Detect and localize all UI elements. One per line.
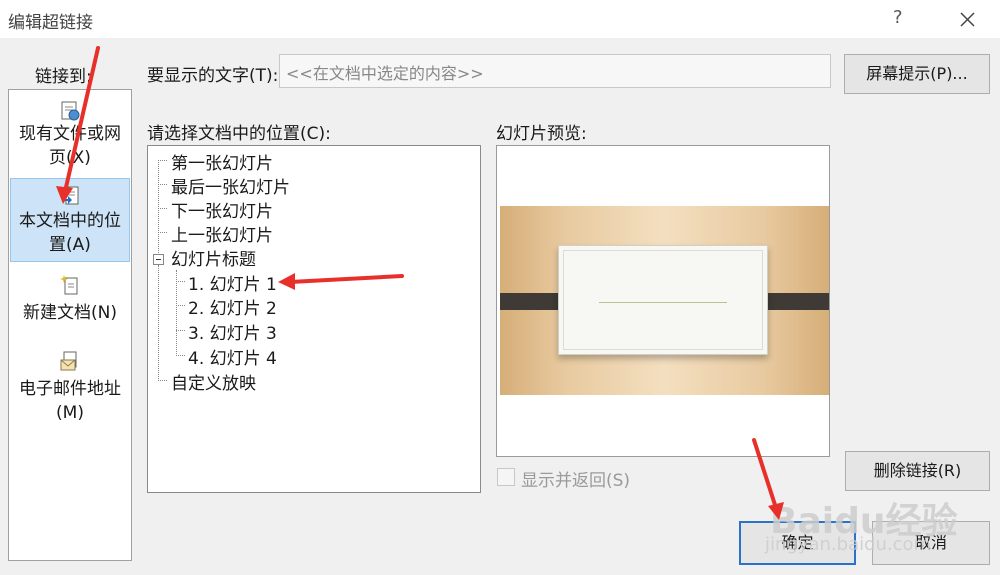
annotation-arrows [56,46,784,520]
annotation-arrow-ok [752,438,784,520]
annotation-arrow-slide-1 [278,273,404,290]
annotation-arrow-sidebar [56,46,100,204]
